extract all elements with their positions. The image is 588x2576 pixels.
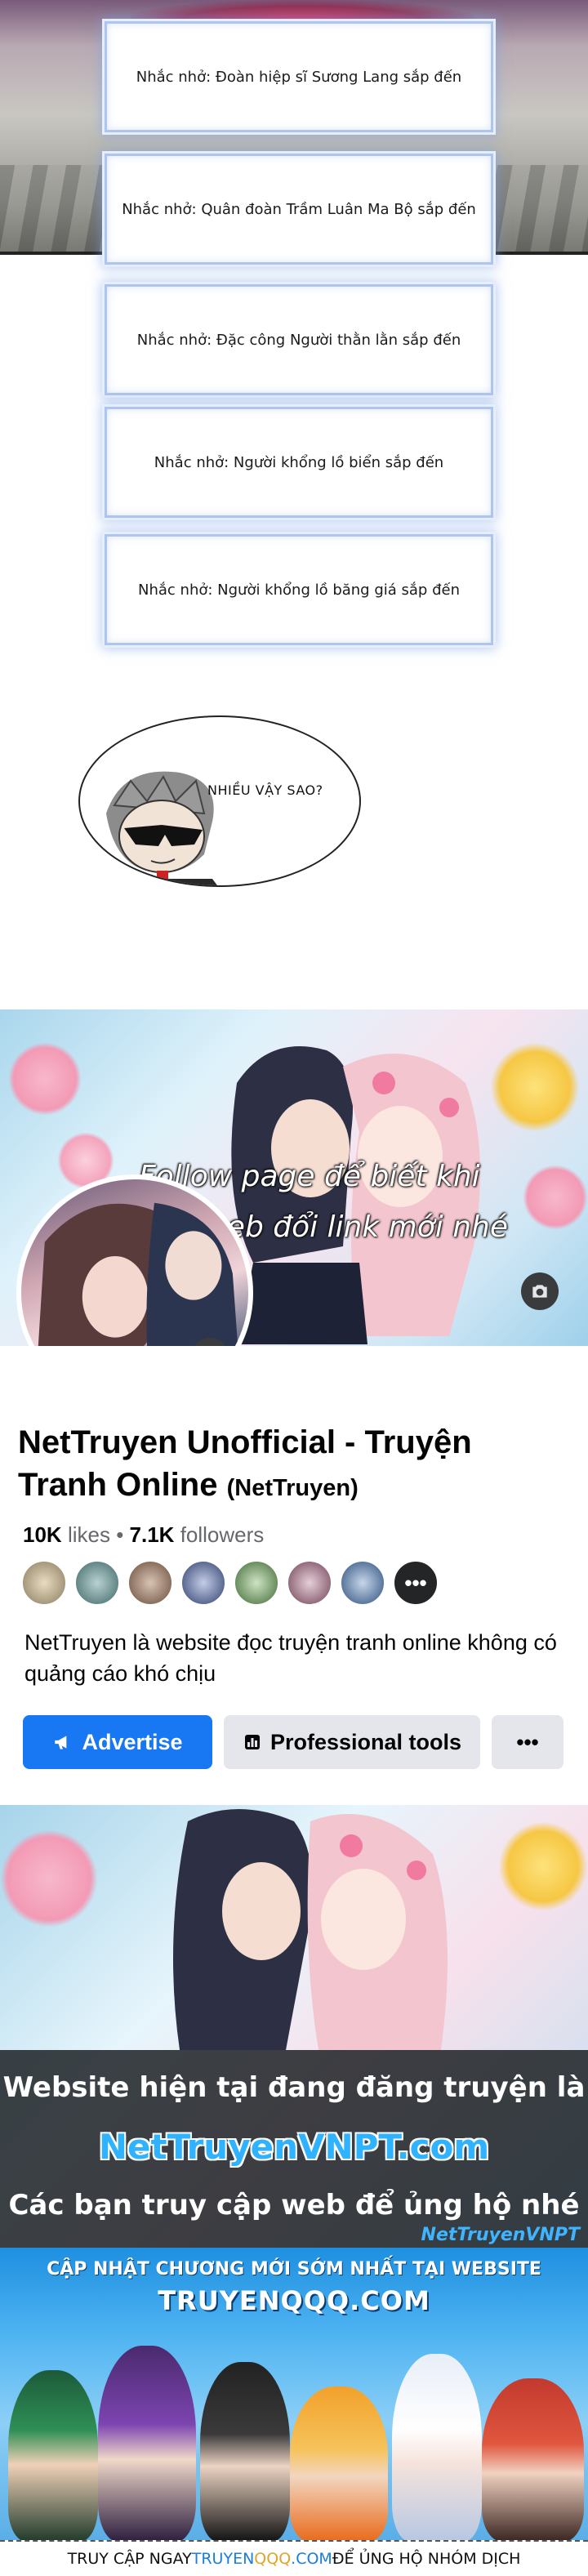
page-bio: NetTruyen là website đọc truyện tranh on… (24, 1630, 557, 1686)
flower-decoration (0, 1829, 98, 1928)
advertise-button[interactable]: Advertise (23, 1715, 212, 1769)
follower-avatars: ••• (21, 1560, 439, 1606)
website-banner: Website hiện tại đang đăng truyện là Net… (0, 1805, 588, 2248)
more-options-button[interactable]: ••• (492, 1715, 564, 1769)
notice-text-3: Nhắc nhở: Đặc công Người thằn lằn sắp đế… (136, 331, 461, 349)
footer-prefix: TRUY CẬP NGAY (67, 2550, 192, 2568)
megaphone-icon (55, 1736, 67, 1749)
avatar[interactable] (340, 1560, 385, 1606)
flower-decoration (498, 1821, 588, 1911)
likes-label: likes (67, 1522, 110, 1547)
notice-text-5: Nhắc nhở: Người khổng lồ băng giá sắp đế… (138, 581, 460, 599)
more-avatars-button[interactable]: ••• (393, 1560, 439, 1606)
qqq-banner-line-1: CẬP NHẬT CHƯƠNG MỚI SỚM NHẤT TẠI WEBSITE (47, 2259, 541, 2280)
comic-page: Nhắc nhở: Đoàn hiệp sĩ Sương Lang sắp đế… (0, 0, 588, 2576)
notice-box-3: Nhắc nhở: Đặc công Người thằn lằn sắp đế… (105, 284, 493, 395)
notice-box-1: Nhắc nhở: Đoàn hiệp sĩ Sương Lang sắp đế… (105, 21, 493, 132)
anime-character-art (8, 2370, 98, 2540)
footer-brand-part-3: .COM (291, 2550, 332, 2568)
camera-icon (532, 1285, 547, 1298)
banner-line-3: Các bạn truy cập web để ủng hộ nhé (8, 2189, 580, 2222)
notice-text-4: Nhắc nhở: Người khổng lồ biển sắp đến (154, 453, 444, 471)
page-handle: (NetTruyen) (226, 1475, 359, 1501)
footer-brand-part-2: QQQ (254, 2550, 292, 2568)
followers-count: 7.1K (129, 1522, 175, 1547)
flower-decoration (523, 1165, 588, 1230)
likes-count: 10K (23, 1522, 62, 1547)
truyenqqq-banner[interactable]: CẬP NHẬT CHƯƠNG MỚI SỚM NHẤT TẠI WEBSITE… (0, 2248, 588, 2540)
footer-suffix: ĐỂ ỦNG HỘ NHÓM DỊCH (332, 2550, 521, 2568)
notice-box-5: Nhắc nhở: Người khổng lồ băng giá sắp đế… (105, 534, 493, 645)
footer-notice: TRUY CẬP NGAY TRUYENQQQ.COM ĐỂ ỦNG HỘ NH… (0, 2540, 588, 2576)
professional-tools-label: Professional tools (270, 1729, 462, 1754)
avatar[interactable] (234, 1560, 279, 1606)
professional-tools-button[interactable]: Professional tools (224, 1715, 480, 1769)
anime-couple-illustration (173, 1809, 448, 2050)
avatar[interactable] (287, 1560, 332, 1606)
anime-character-art (392, 2354, 482, 2540)
footer-brand-part-1: TRUYEN (191, 2550, 255, 2568)
flower-decoration (490, 1042, 580, 1132)
notice-text-2: Nhắc nhở: Quân đoàn Trầm Luân Ma Bộ sắp … (122, 200, 476, 218)
avatar[interactable] (21, 1560, 67, 1606)
footer-brand-link[interactable]: TRUYENQQQ.COM (192, 2550, 332, 2568)
notice-box-2: Nhắc nhở: Quân đoàn Trầm Luân Ma Bộ sắp … (105, 154, 493, 265)
page-stats: 10K likes • 7.1K followers (23, 1522, 264, 1548)
avatar[interactable] (180, 1560, 226, 1606)
flower-decoration (8, 1042, 82, 1116)
speech-bubble: NHIỀU VẬY SAO? (78, 715, 361, 887)
page-name: NetTruyen Unofficial - Truyện Tranh Onli… (18, 1421, 541, 1509)
anime-character-art (200, 2362, 290, 2540)
notice-box-4: Nhắc nhở: Người khổng lồ biển sắp đến (105, 407, 493, 518)
qqq-banner-site-name: TRUYENQQQ.COM (158, 2285, 430, 2316)
bubble-text: NHIỀU VẬY SAO? (207, 782, 323, 798)
anime-character-art (98, 2346, 196, 2540)
anime-character-art (482, 2378, 584, 2540)
notice-text-1: Nhắc nhở: Đoàn hiệp sĩ Sương Lang sắp đế… (136, 68, 462, 86)
edit-cover-camera-button[interactable] (521, 1272, 559, 1310)
facebook-page-info: NetTruyen Unofficial - Truyện Tranh Onli… (0, 1346, 588, 1805)
avatar[interactable] (74, 1560, 120, 1606)
banner-line-1: Website hiện tại đang đăng truyện là (2, 2071, 586, 2104)
avatar[interactable] (127, 1560, 173, 1606)
stats-separator: • (116, 1522, 124, 1547)
chibi-character-sunglasses (106, 771, 217, 885)
banner-watermark: NetTruyenVNPT (421, 2225, 580, 2245)
followers-label: followers (180, 1522, 265, 1547)
banner-website-link[interactable]: NetTruyenVNPT.com (0, 2127, 588, 2167)
advertise-label: Advertise (82, 1729, 183, 1754)
bar-chart-icon (244, 1735, 260, 1749)
anime-character-art (290, 2387, 388, 2540)
